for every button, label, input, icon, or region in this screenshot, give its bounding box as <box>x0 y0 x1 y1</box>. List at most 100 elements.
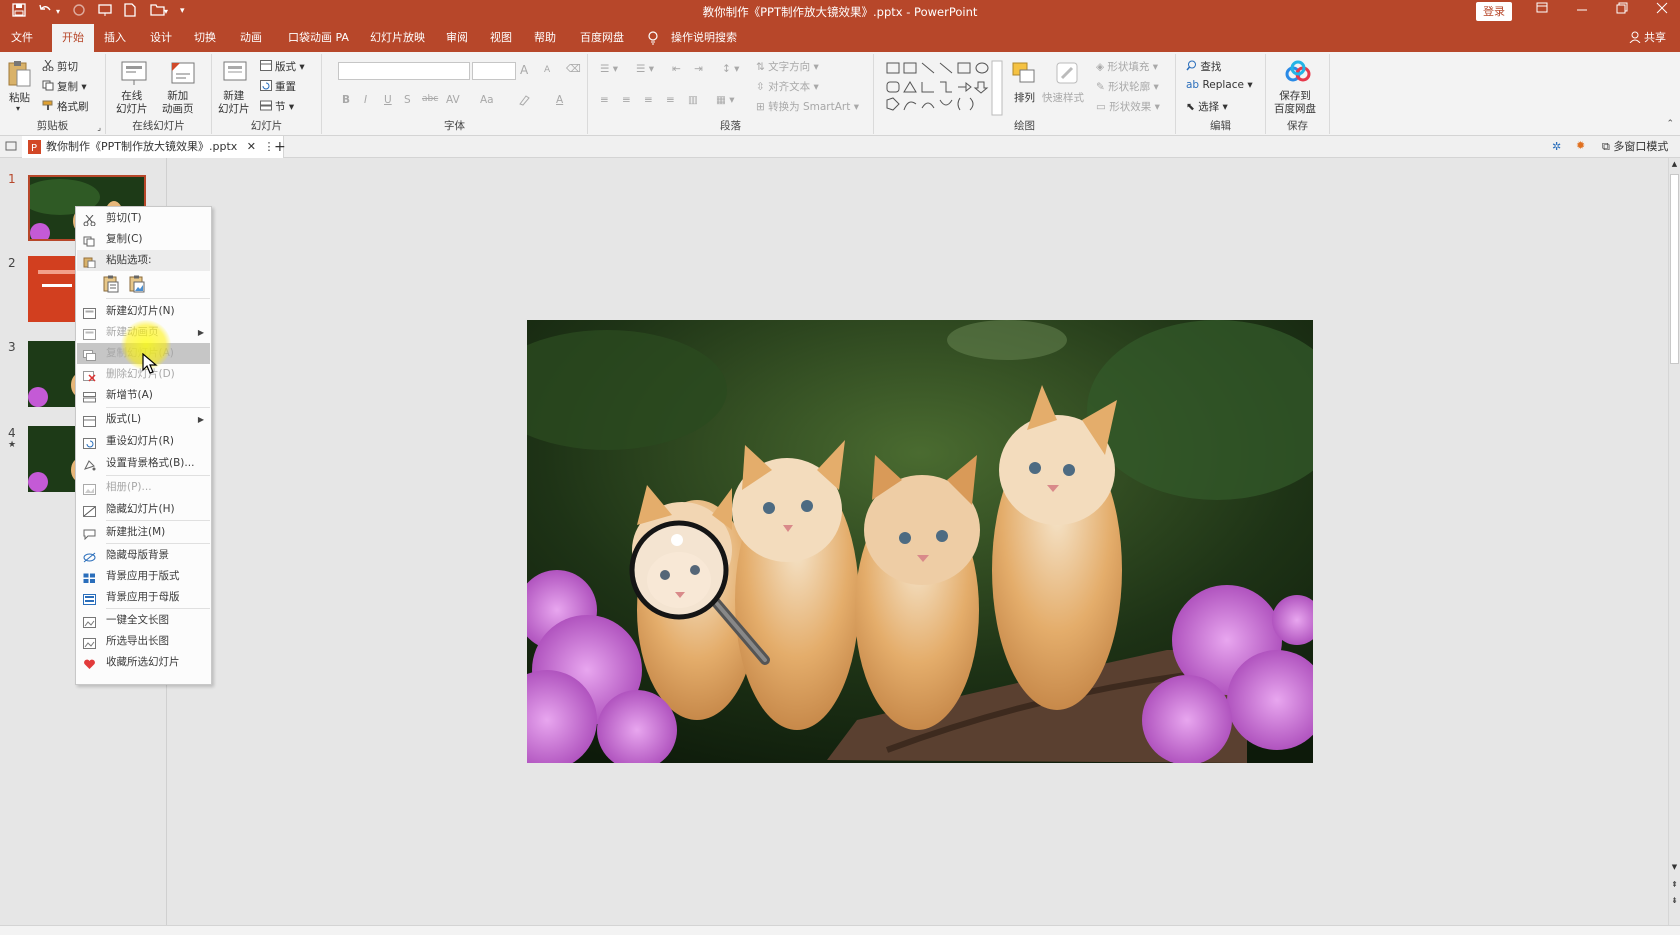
collapse-ribbon-icon[interactable]: ⌃ <box>1666 119 1674 129</box>
menu-reset-slide[interactable]: 重设幻灯片(R) <box>77 431 210 452</box>
cut-button[interactable]: 剪切 <box>42 59 78 74</box>
add-tab-button[interactable]: + <box>274 136 286 158</box>
tab-review[interactable]: 审阅 <box>440 24 474 52</box>
menu-full-long-image[interactable]: 一键全文长图 <box>77 610 210 631</box>
tab-transitions[interactable]: 切换 <box>188 24 222 52</box>
doc-tab[interactable]: P 教你制作《PPT制作放大镜效果》.pptx ✕ ⋮ <box>22 136 284 158</box>
arrange-label[interactable]: 排列 <box>1014 90 1035 105</box>
font-size-combo[interactable] <box>472 62 516 80</box>
quick-styles-label[interactable]: 快速样式 <box>1042 90 1084 105</box>
menu-layout[interactable]: 版式(L) ▶ <box>77 409 210 430</box>
login-button[interactable]: 登录 <box>1476 2 1512 21</box>
align-left-icon[interactable]: ≡ <box>600 94 609 106</box>
ribbon-display-icon[interactable] <box>1530 2 1554 17</box>
tab-home[interactable]: 开始 <box>52 24 94 52</box>
section-button[interactable]: 节 ▾ <box>260 99 294 114</box>
tab-animations[interactable]: 动画 <box>234 24 268 52</box>
tab-baidu-netdisk[interactable]: 百度网盘 <box>574 24 630 52</box>
underline-button[interactable]: U <box>384 94 392 106</box>
menu-format-background[interactable]: 设置背景格式(B)... <box>77 453 210 474</box>
gear-icon[interactable]: ✹ <box>1576 139 1585 152</box>
clear-format-icon[interactable]: ⌫ <box>566 63 581 75</box>
find-button[interactable]: 查找 <box>1186 59 1221 74</box>
reset-button[interactable]: 重置 <box>260 79 296 94</box>
tab-menu-icon[interactable]: ⋮ <box>264 140 275 153</box>
shape-effects-button[interactable]: ▭ 形状效果 ▾ <box>1096 99 1160 114</box>
menu-add-section[interactable]: 新增节(A) <box>77 385 210 406</box>
align-center-icon[interactable]: ≡ <box>622 94 631 106</box>
shapes-gallery[interactable] <box>886 60 1004 116</box>
align-text-button[interactable]: ⇳ 对齐文本 ▾ <box>756 79 819 94</box>
tab-insert[interactable]: 插入 <box>98 24 132 52</box>
vertical-scrollbar[interactable]: ▲ ▼ ⇞ ⇟ <box>1668 158 1680 925</box>
font-name-combo[interactable] <box>338 62 470 80</box>
prev-slide-icon[interactable]: ⇞ <box>1669 880 1680 889</box>
scroll-down-icon[interactable]: ▼ <box>1669 863 1680 871</box>
next-slide-icon[interactable]: ⇟ <box>1669 896 1680 905</box>
arrange-icon[interactable] <box>1010 60 1038 86</box>
decrease-indent-icon[interactable]: ⇤ <box>672 63 681 75</box>
shadow-button[interactable]: S <box>404 94 411 106</box>
menu-new-slide[interactable]: 新建幻灯片(N) <box>77 301 210 322</box>
scroll-thumb[interactable] <box>1670 174 1679 364</box>
scroll-up-icon[interactable]: ▲ <box>1669 160 1680 168</box>
close-icon[interactable] <box>1650 2 1674 18</box>
quick-styles-icon[interactable] <box>1054 60 1082 86</box>
menu-hide-master-bg[interactable]: 隐藏母版背景 <box>77 545 210 566</box>
menu-cut[interactable]: 剪切(T) <box>77 208 210 229</box>
new-slide-icon[interactable] <box>222 60 250 86</box>
tab-file[interactable]: 文件 <box>5 24 39 52</box>
bold-button[interactable]: B <box>342 94 350 106</box>
paste-label[interactable]: 粘贴 <box>9 90 30 105</box>
strikethrough-button[interactable]: abc <box>422 94 438 104</box>
menu-bg-to-layout[interactable]: 背景应用于版式 <box>77 566 210 587</box>
new-anim-page-label[interactable]: 新加 动画页 <box>162 90 194 116</box>
layout-button[interactable]: 版式 ▾ <box>260 59 305 74</box>
new-slide-label[interactable]: 新建 幻灯片 <box>218 90 250 116</box>
align-right-icon[interactable]: ≡ <box>644 94 653 106</box>
text-direction-button[interactable]: ⇅ 文字方向 ▾ <box>756 59 819 74</box>
tab-pocket-animation[interactable]: 口袋动画 PA <box>282 24 355 52</box>
justify-icon[interactable]: ≡ <box>666 94 675 106</box>
menu-copy[interactable]: 复制(C) <box>77 229 210 250</box>
menu-hide-slide[interactable]: 隐藏幻灯片(H) <box>77 499 210 520</box>
menu-bg-to-master[interactable]: 背景应用于母版 <box>77 587 210 608</box>
save-to-baidu-label[interactable]: 保存到 百度网盘 <box>1274 90 1316 116</box>
line-spacing-icon[interactable]: ↕ ▾ <box>722 63 739 75</box>
tab-slideshow[interactable]: 幻灯片放映 <box>364 24 431 52</box>
replace-button[interactable]: ab Replace ▾ <box>1186 79 1253 91</box>
restore-icon[interactable] <box>1610 2 1634 18</box>
shape-outline-button[interactable]: ✎ 形状轮廓 ▾ <box>1096 79 1159 94</box>
new-anim-page-icon[interactable] <box>170 60 198 86</box>
share-button[interactable]: 共享 <box>1629 24 1666 52</box>
close-tab-icon[interactable]: ✕ <box>247 140 256 153</box>
online-slides-label[interactable]: 在线 幻灯片 <box>116 90 148 116</box>
tab-design[interactable]: 设计 <box>144 24 178 52</box>
menu-photo-album[interactable]: 相册(P)... <box>77 477 210 498</box>
slide-canvas[interactable] <box>527 320 1313 763</box>
bullets-icon[interactable]: ☰ ▾ <box>600 63 618 75</box>
select-button[interactable]: ⬉ 选择 ▾ <box>1186 99 1228 114</box>
multi-window-button[interactable]: ⧉ 多窗口模式 <box>1602 136 1668 158</box>
paste-picture-icon[interactable] <box>128 275 146 296</box>
numbering-icon[interactable]: ☰ ▾ <box>636 63 654 75</box>
tab-view[interactable]: 视图 <box>484 24 518 52</box>
paste-keep-formatting-icon[interactable] <box>102 275 120 296</box>
char-spacing-button[interactable]: AV <box>446 94 460 106</box>
dialog-launcher-icon[interactable]: ⌟ <box>97 123 101 132</box>
grow-font-button[interactable]: A <box>520 63 528 77</box>
home-tabs-icon[interactable] <box>5 140 17 155</box>
italic-button[interactable]: I <box>364 94 367 106</box>
pin-icon[interactable]: ✲ <box>1552 140 1561 153</box>
distribute-icon[interactable]: ▥ <box>688 94 698 106</box>
minimize-icon[interactable] <box>1570 2 1594 18</box>
change-case-button[interactable]: Aa <box>480 94 494 106</box>
smartart-button[interactable]: ⊞ 转换为 SmartArt ▾ <box>756 99 859 114</box>
increase-indent-icon[interactable]: ⇥ <box>694 63 703 75</box>
format-painter-button[interactable]: 格式刷 <box>42 99 89 114</box>
menu-new-anim-page[interactable]: 新建动画页 ▶ <box>77 322 210 343</box>
online-slides-icon[interactable] <box>120 60 148 86</box>
tab-help[interactable]: 帮助 <box>528 24 562 52</box>
shape-fill-button[interactable]: ◈ 形状填充 ▾ <box>1096 59 1158 74</box>
tell-me-search[interactable]: 操作说明搜索 <box>665 24 743 52</box>
